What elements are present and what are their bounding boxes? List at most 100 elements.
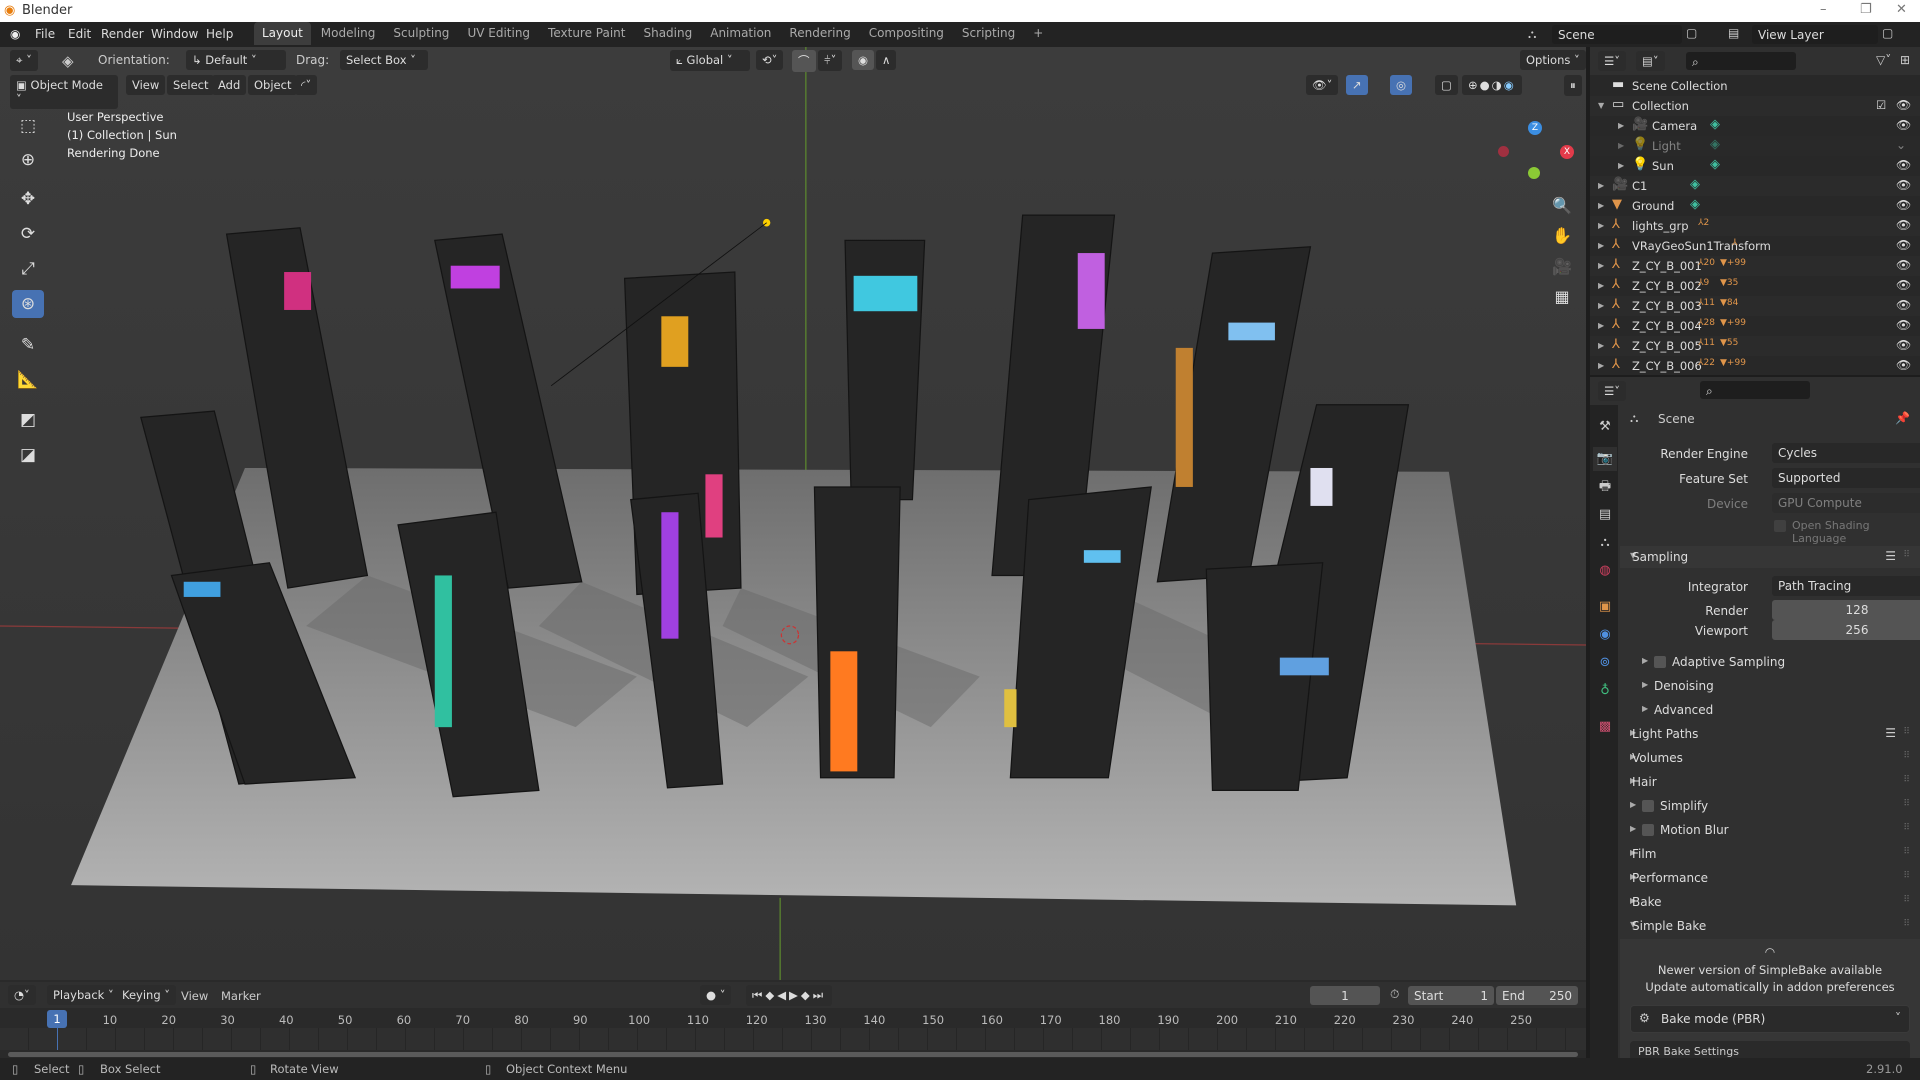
transform-orientation-dropdown[interactable]: ⟀ Global ˅ [670,50,750,71]
drag-grip-icon[interactable]: ⠿ [1903,871,1910,881]
view-layer-icon[interactable]: ▤ [1728,26,1739,40]
child-count-badge[interactable]: ⅄28 [1698,318,1715,328]
outliner-item[interactable]: ▶ 💡 Light ◈ ⌄ [1590,136,1920,156]
new-view-layer-icon[interactable]: ▢ [1882,26,1893,40]
view-layer-tab-icon[interactable]: ▤ [1593,503,1617,527]
scene-icon[interactable]: ⛬ [1528,27,1536,42]
rotate-tool-icon[interactable]: ⟳ [12,220,44,248]
drag-grip-icon[interactable]: ⠿ [1903,727,1910,737]
panel-volumes[interactable]: ▶ Volumes ⠿ [1620,747,1920,769]
gizmo-neg-x-axis[interactable] [1498,146,1509,157]
outliner-item[interactable]: ▶ ⅄ lights_grp ⅄2 👁 [1590,216,1920,236]
timeline-scrollbar[interactable] [8,1052,1578,1057]
expand-arrow-icon[interactable]: ▶ [1598,201,1604,210]
mesh-count-badge[interactable]: ▼35 [1720,278,1738,288]
render-engine-dropdown[interactable]: Cycles˅ [1772,443,1920,463]
simple-bake-panel-header[interactable]: ▼ Simple Bake ⠿ [1620,915,1920,937]
drag-grip-icon[interactable]: ⠿ [1903,847,1910,857]
expand-arrow-icon[interactable]: ▶ [1598,261,1604,270]
menu-edit[interactable]: Edit [68,27,91,41]
panel-motion-blur[interactable]: ▶ Motion Blur ⠿ [1620,819,1920,841]
view-menu[interactable]: View [126,75,166,95]
adaptive-sampling-subpanel[interactable]: ▶ Adaptive Sampling [1620,651,1920,673]
expand-arrow-icon[interactable]: ▶ [1618,161,1624,170]
mesh-count-badge[interactable]: ▼84 [1720,298,1738,308]
expand-arrow-icon[interactable]: ▶ [1598,321,1604,330]
transform-tool-icon[interactable]: ⊛ [12,290,44,318]
gizmo-z-axis[interactable]: Z [1528,121,1542,135]
add-cube-tool-icon[interactable]: ◩ [12,406,44,434]
view-layer-selector[interactable]: View Layer [1752,25,1878,44]
expand-arrow-icon[interactable]: ▶ [1598,221,1604,230]
child-count-badge[interactable]: ⅄11 [1698,338,1715,348]
filter-icon[interactable]: ▽˅ [1876,53,1891,67]
render-tab-icon[interactable]: 📷 [1593,447,1617,471]
outliner-root[interactable]: ▬ Scene Collection [1590,76,1920,96]
outliner-item[interactable]: ▼ ▭ Collection ☑ 👁 [1590,96,1920,116]
mesh-count-badge[interactable]: ▼+99 [1720,358,1746,368]
eye-icon[interactable]: 👁 [1896,218,1911,232]
workspace-tab-sculpting[interactable]: Sculpting [385,22,457,45]
bake-mode-dropdown[interactable]: ⚙ Bake mode (PBR) ˅ [1630,1005,1910,1033]
workspace-tab-shading[interactable]: Shading [635,22,700,45]
eye-icon[interactable]: 👁 [1896,238,1911,252]
expand-arrow-icon[interactable]: ▶ [1598,241,1604,250]
world-tab-icon[interactable]: ◍ [1593,559,1617,583]
menu-render[interactable]: Render [101,27,144,41]
editor-type-button[interactable]: ⌖ ˅ [10,50,38,71]
close-button[interactable]: ✕ [1896,2,1907,17]
advanced-subpanel[interactable]: ▶ Advanced [1620,699,1920,721]
workspace-tab-scripting[interactable]: Scripting [954,22,1023,45]
texture-tab-icon[interactable]: ▩ [1593,715,1617,739]
minimize-button[interactable]: – [1820,2,1827,17]
feature-set-dropdown[interactable]: Supported˅ [1772,468,1920,488]
child-count-badge[interactable]: ⅄ [1732,238,1738,248]
sampling-panel-header[interactable]: ▼ Sampling ☰ ⠿ [1620,546,1920,568]
drag-grip-icon[interactable]: ⠿ [1903,895,1910,905]
eye-icon[interactable]: 👁 [1896,178,1911,192]
new-collection-icon[interactable]: ⊞ [1900,53,1910,67]
exclude-checkbox[interactable]: ☑ [1876,98,1886,112]
denoising-subpanel[interactable]: ▶ Denoising [1620,675,1920,697]
drag-grip-icon[interactable]: ⠿ [1903,775,1910,785]
integrator-dropdown[interactable]: Path Tracing˅ [1772,576,1920,596]
expand-arrow-icon[interactable]: ▶ [1598,361,1604,370]
panel-light-paths[interactable]: ▶ Light Paths ☰ ⠿ [1620,723,1920,745]
outliner-item[interactable]: ▶ 💡 Sun ◈ 👁 [1590,156,1920,176]
pause-render-icon[interactable]: ⏸ [1564,75,1582,96]
select-box-tool-icon[interactable]: ⬚ [12,112,44,140]
add-menu[interactable]: Add [212,75,247,95]
options-dropdown[interactable]: Options ˅ [1520,50,1586,70]
eye-icon[interactable]: 👁 [1896,298,1911,312]
tool-tab-icon[interactable]: ⚒ [1593,415,1617,439]
panel-simplify[interactable]: ▶ Simplify ⠿ [1620,795,1920,817]
presets-icon[interactable]: ☰ [1885,726,1896,740]
move-tool-icon[interactable]: ✥ [12,185,44,213]
workspace-tab-+[interactable]: + [1025,22,1051,45]
outliner-item[interactable]: ▶ 🎥 C1 ◈ 👁 [1590,176,1920,196]
panel-film[interactable]: ▶ Film ⠿ [1620,843,1920,865]
object-menu[interactable]: Object [248,75,298,95]
pan-hand-icon[interactable]: ✋ [1548,222,1576,250]
object-data-tab-icon[interactable]: ♁ [1593,679,1617,703]
expand-arrow-icon[interactable]: ▶ [1598,301,1604,310]
output-tab-icon[interactable]: 🖶 [1593,475,1617,499]
workspace-tab-rendering[interactable]: Rendering [781,22,858,45]
workspace-tab-layout[interactable]: Layout [254,22,311,45]
viewport-samples-field[interactable]: 256 [1772,620,1920,640]
scene-tab-icon[interactable]: ⛬ [1593,531,1617,555]
camera-data-icon[interactable]: ◈ [1710,117,1720,132]
menu-help[interactable]: Help [206,27,233,41]
drag-dropdown[interactable]: Select Box ˅ [340,50,428,70]
panel-performance[interactable]: ▶ Performance ⠿ [1620,867,1920,889]
falloff-icon[interactable]: ∧ [876,50,897,70]
cursor-tool-icon[interactable]: ⊕ [12,146,44,174]
gizmo-toggle-icon[interactable]: ↗ [1346,75,1368,95]
panel-checkbox[interactable] [1642,800,1654,812]
measure-tool-icon[interactable]: 📐 [12,366,44,394]
transform-pivot-icon[interactable]: ◈ [62,52,74,70]
outliner-item[interactable]: ▶ ⅄ Z_CY_B_004 ⅄28 ▼+99 👁 [1590,316,1920,336]
adaptive-sampling-checkbox[interactable] [1654,656,1666,668]
select-menu[interactable]: Select [167,75,215,95]
mesh-count-badge[interactable]: ▼+99 [1720,258,1746,268]
